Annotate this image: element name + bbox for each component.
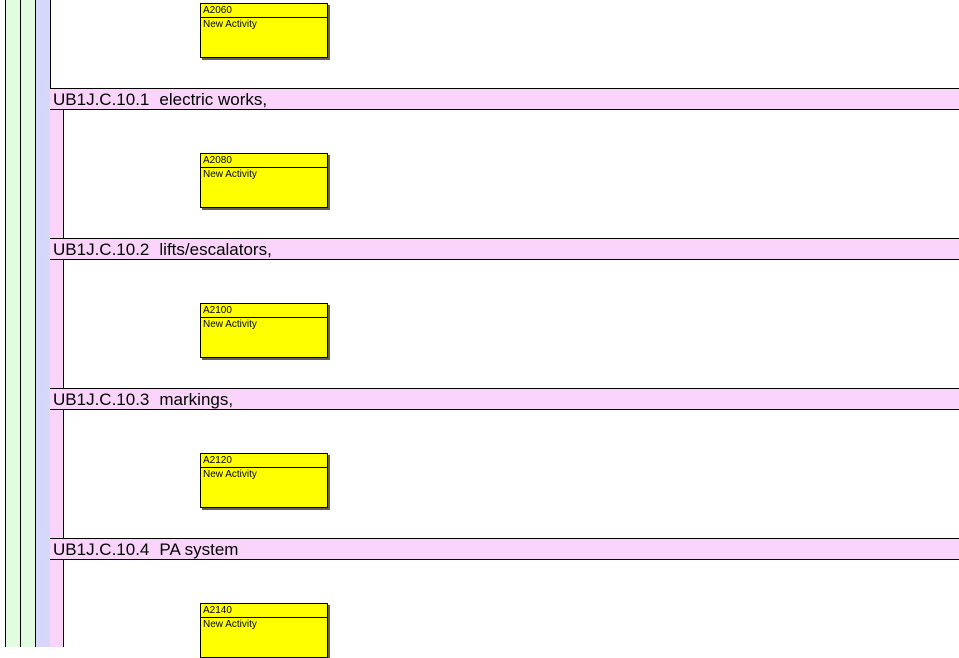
activity-name: New Activity — [203, 469, 257, 480]
section-code: UB1J.C.10.4 — [53, 540, 150, 559]
activity-code: A2100 — [201, 304, 327, 318]
activity-code: A2080 — [201, 154, 327, 168]
activity-box[interactable]: A2100 New Activity — [200, 303, 328, 358]
section-label: UB1J.C.10.3 markings, — [53, 390, 233, 410]
section-header[interactable]: UB1J.C.10.2 lifts/escalators, — [50, 238, 959, 260]
activity-name: New Activity — [203, 19, 257, 30]
section-title: markings, — [159, 390, 234, 409]
activity-box[interactable]: A2120 New Activity — [200, 453, 328, 508]
section-code: UB1J.C.10.1 — [53, 90, 150, 109]
section-code: UB1J.C.10.2 — [53, 240, 150, 259]
outer-wbs-band-3 — [35, 0, 50, 647]
activity-code: A2140 — [201, 604, 327, 618]
section-label: UB1J.C.10.1 electric works, — [53, 90, 267, 110]
activity-name: New Activity — [203, 319, 257, 330]
section-title: PA system — [159, 540, 239, 559]
activity-name: New Activity — [203, 619, 257, 630]
activity-box[interactable]: A2140 New Activity — [200, 603, 328, 658]
section-header[interactable]: UB1J.C.10.4 PA system — [50, 538, 959, 560]
section-title: lifts/escalators, — [159, 240, 272, 259]
outer-wbs-band-1 — [5, 0, 20, 647]
section-title: electric works, — [159, 90, 268, 109]
section-header[interactable]: UB1J.C.10.3 markings, — [50, 388, 959, 410]
section-label: UB1J.C.10.2 lifts/escalators, — [53, 240, 272, 260]
section-lane-indent — [50, 110, 64, 238]
activity-box[interactable]: A2080 New Activity — [200, 153, 328, 208]
activity-code: A2060 — [201, 4, 327, 18]
section-label: UB1J.C.10.4 PA system — [53, 540, 238, 560]
section-header[interactable]: UB1J.C.10.1 electric works, — [50, 88, 959, 110]
outer-wbs-band-2 — [20, 0, 35, 647]
activity-code: A2120 — [201, 454, 327, 468]
activity-box[interactable]: A2060 New Activity — [200, 3, 328, 58]
section-lane-indent — [50, 410, 64, 538]
section-lane-indent — [50, 260, 64, 388]
section-lane-indent — [50, 560, 64, 647]
activity-name: New Activity — [203, 169, 257, 180]
section-code: UB1J.C.10.3 — [53, 390, 150, 409]
